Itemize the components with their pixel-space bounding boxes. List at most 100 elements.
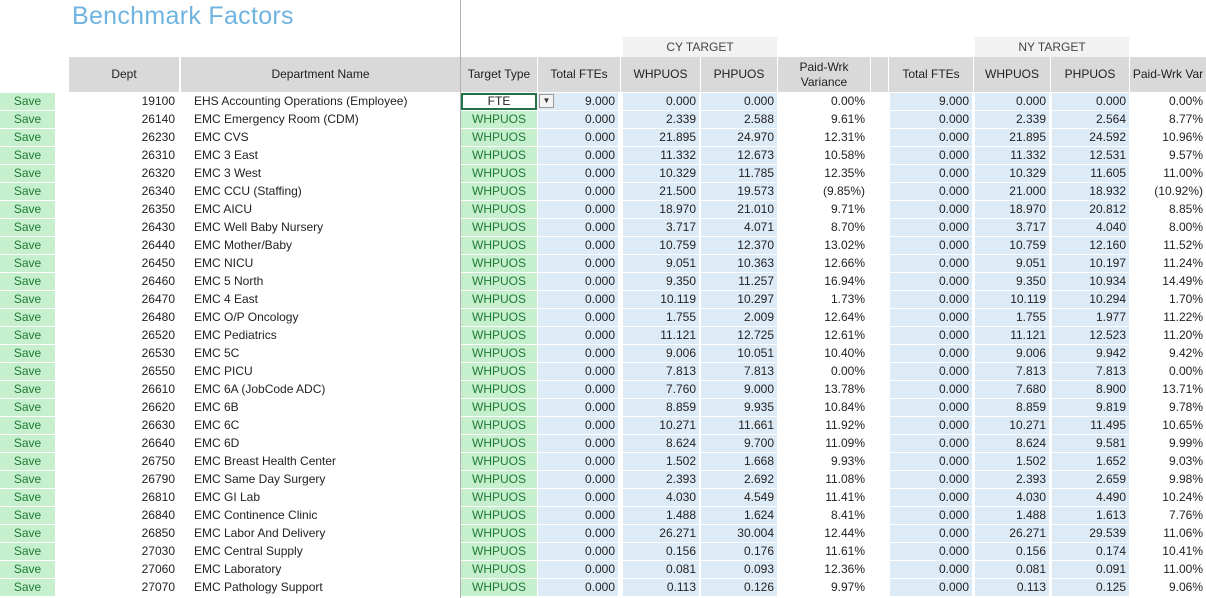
column-header-ny-total-ftes[interactable]: Total FTEs [889, 57, 973, 92]
dept-cell[interactable]: 26320 [69, 165, 177, 182]
cy-variance-cell[interactable]: 10.58% [778, 147, 868, 164]
ny-whpuos-cell[interactable]: 21.895 [975, 129, 1049, 146]
cy-variance-cell[interactable]: 9.61% [778, 111, 868, 128]
target-type-cell[interactable]: WHPUOS [461, 291, 537, 308]
cy-variance-cell[interactable]: 12.44% [778, 525, 868, 542]
cy-whpuos-cell[interactable]: 7.813 [623, 363, 699, 380]
ny-total-ftes-cell[interactable]: 0.000 [890, 327, 972, 344]
department-name-cell[interactable]: EMC NICU [194, 255, 458, 272]
cy-phpuos-cell[interactable]: 2.692 [701, 471, 777, 488]
ny-phpuos-cell[interactable]: 0.174 [1052, 543, 1129, 560]
cy-phpuos-cell[interactable]: 0.176 [701, 543, 777, 560]
cy-whpuos-cell[interactable]: 10.119 [623, 291, 699, 308]
target-type-cell[interactable]: WHPUOS [461, 219, 537, 236]
dept-cell[interactable]: 27070 [69, 579, 177, 596]
cy-variance-cell[interactable]: 11.41% [778, 489, 868, 506]
ny-variance-cell[interactable]: 11.00% [1130, 165, 1206, 182]
ny-phpuos-cell[interactable]: 2.564 [1052, 111, 1129, 128]
ny-whpuos-cell[interactable]: 26.271 [975, 525, 1049, 542]
dept-cell[interactable]: 26550 [69, 363, 177, 380]
cy-variance-cell[interactable]: 9.93% [778, 453, 868, 470]
save-button[interactable]: Save [0, 453, 55, 470]
dept-cell[interactable]: 26460 [69, 273, 177, 290]
ny-total-ftes-cell[interactable]: 0.000 [890, 309, 972, 326]
cy-phpuos-cell[interactable]: 2.588 [701, 111, 777, 128]
ny-whpuos-cell[interactable]: 4.030 [975, 489, 1049, 506]
cy-variance-cell[interactable]: 13.02% [778, 237, 868, 254]
cy-variance-cell[interactable]: 0.00% [778, 363, 868, 380]
ny-whpuos-cell[interactable]: 21.000 [975, 183, 1049, 200]
ny-phpuos-cell[interactable]: 9.942 [1052, 345, 1129, 362]
save-button[interactable]: Save [0, 327, 55, 344]
ny-variance-cell[interactable]: 13.71% [1130, 381, 1206, 398]
cy-whpuos-cell[interactable]: 0.000 [623, 93, 699, 110]
cy-variance-cell[interactable]: 8.70% [778, 219, 868, 236]
column-header-department-name[interactable]: Department Name [181, 57, 460, 92]
ny-phpuos-cell[interactable]: 0.000 [1052, 93, 1129, 110]
target-type-cell[interactable]: WHPUOS [461, 489, 537, 506]
ny-total-ftes-cell[interactable]: 0.000 [890, 273, 972, 290]
save-button[interactable]: Save [0, 255, 55, 272]
cy-whpuos-cell[interactable]: 8.859 [623, 399, 699, 416]
cy-phpuos-cell[interactable]: 11.785 [701, 165, 777, 182]
column-header-cy-phpuos[interactable]: PHPUOS [701, 57, 777, 92]
cy-variance-cell[interactable]: 12.66% [778, 255, 868, 272]
ny-phpuos-cell[interactable]: 11.605 [1052, 165, 1129, 182]
dept-cell[interactable]: 26480 [69, 309, 177, 326]
cy-phpuos-cell[interactable]: 0.093 [701, 561, 777, 578]
cy-total-ftes-cell[interactable]: 0.000 [538, 237, 618, 254]
ny-whpuos-cell[interactable]: 3.717 [975, 219, 1049, 236]
save-button[interactable]: Save [0, 147, 55, 164]
cy-phpuos-cell[interactable]: 11.661 [701, 417, 777, 434]
cy-total-ftes-cell[interactable]: 0.000 [538, 435, 618, 452]
target-type-cell[interactable]: WHPUOS [461, 309, 537, 326]
cy-phpuos-cell[interactable]: 4.549 [701, 489, 777, 506]
department-name-cell[interactable]: EMC Continence Clinic [194, 507, 458, 524]
ny-variance-cell[interactable]: 11.52% [1130, 237, 1206, 254]
ny-phpuos-cell[interactable]: 18.932 [1052, 183, 1129, 200]
cy-total-ftes-cell[interactable]: 0.000 [538, 453, 618, 470]
cy-total-ftes-cell[interactable]: 0.000 [538, 165, 618, 182]
ny-phpuos-cell[interactable]: 4.490 [1052, 489, 1129, 506]
dept-cell[interactable]: 26610 [69, 381, 177, 398]
department-name-cell[interactable]: EMC 3 East [194, 147, 458, 164]
ny-whpuos-cell[interactable]: 10.271 [975, 417, 1049, 434]
ny-total-ftes-cell[interactable]: 0.000 [890, 111, 972, 128]
column-header-cy-total-ftes[interactable]: Total FTEs [538, 57, 620, 92]
dept-cell[interactable]: 26470 [69, 291, 177, 308]
ny-total-ftes-cell[interactable]: 0.000 [890, 219, 972, 236]
ny-phpuos-cell[interactable]: 9.819 [1052, 399, 1129, 416]
cy-variance-cell[interactable]: 11.08% [778, 471, 868, 488]
ny-phpuos-cell[interactable]: 1.652 [1052, 453, 1129, 470]
department-name-cell[interactable]: EMC 4 East [194, 291, 458, 308]
target-type-cell[interactable]: WHPUOS [461, 579, 537, 596]
cy-total-ftes-cell[interactable]: 0.000 [538, 291, 618, 308]
cy-phpuos-cell[interactable]: 9.935 [701, 399, 777, 416]
save-button[interactable]: Save [0, 309, 55, 326]
cy-variance-cell[interactable]: 1.73% [778, 291, 868, 308]
dept-cell[interactable]: 26840 [69, 507, 177, 524]
cy-whpuos-cell[interactable]: 3.717 [623, 219, 699, 236]
column-header-cy-paid-wrk-variance[interactable]: Paid-Wrk Variance [778, 57, 870, 92]
ny-phpuos-cell[interactable]: 0.091 [1052, 561, 1129, 578]
save-button[interactable]: Save [0, 399, 55, 416]
cy-variance-cell[interactable]: 10.84% [778, 399, 868, 416]
save-button[interactable]: Save [0, 543, 55, 560]
save-button[interactable]: Save [0, 507, 55, 524]
ny-phpuos-cell[interactable]: 12.531 [1052, 147, 1129, 164]
department-name-cell[interactable]: EMC GI Lab [194, 489, 458, 506]
ny-total-ftes-cell[interactable]: 0.000 [890, 399, 972, 416]
cy-whpuos-cell[interactable]: 4.030 [623, 489, 699, 506]
column-header-ny-paid-wrk-var[interactable]: Paid-Wrk Var [1130, 57, 1206, 92]
cy-whpuos-cell[interactable]: 0.156 [623, 543, 699, 560]
cy-phpuos-cell[interactable]: 4.071 [701, 219, 777, 236]
ny-variance-cell[interactable]: 8.00% [1130, 219, 1206, 236]
target-type-cell[interactable]: WHPUOS [461, 345, 537, 362]
ny-whpuos-cell[interactable]: 1.755 [975, 309, 1049, 326]
target-type-cell[interactable]: WHPUOS [461, 417, 537, 434]
ny-variance-cell[interactable]: 0.00% [1130, 363, 1206, 380]
save-button[interactable]: Save [0, 561, 55, 578]
department-name-cell[interactable]: EMC Pathology Support [194, 579, 458, 596]
cy-whpuos-cell[interactable]: 9.006 [623, 345, 699, 362]
ny-whpuos-cell[interactable]: 1.502 [975, 453, 1049, 470]
